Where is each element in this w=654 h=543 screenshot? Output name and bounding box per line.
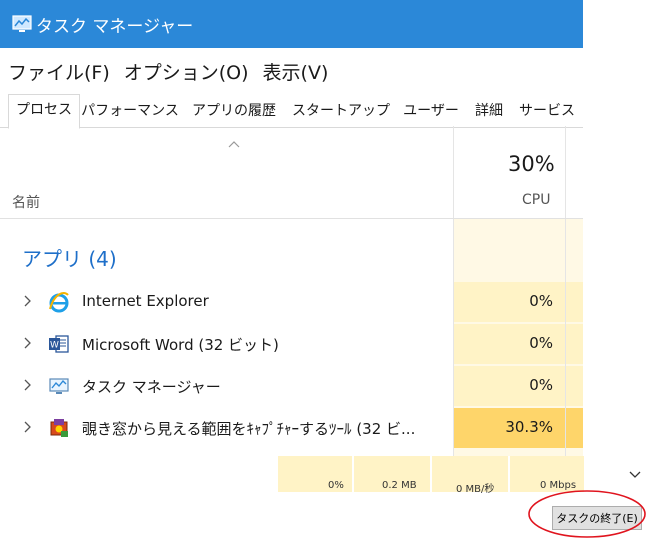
expand-chevron-icon[interactable] (22, 294, 32, 308)
annotation-circle (528, 490, 646, 538)
menu-options[interactable]: オプション(O) (124, 58, 249, 85)
bg-value: 0% (328, 480, 344, 491)
sort-caret-icon[interactable] (228, 140, 240, 148)
process-cpu: 30.3% (505, 418, 553, 436)
process-name: タスク マネージャー (82, 378, 221, 396)
process-name: Microsoft Word (32 ビット) (82, 336, 279, 354)
process-name: Internet Explorer (82, 292, 209, 310)
menu-bar: ファイル(F) オプション(O) 表示(V) (8, 58, 342, 85)
tab-performance[interactable]: パフォーマンス (80, 96, 180, 126)
expand-chevron-icon[interactable] (22, 336, 32, 350)
process-cpu: 0% (529, 292, 553, 310)
process-cpu: 0% (529, 376, 553, 394)
expand-chevron-icon[interactable] (22, 420, 32, 434)
task-manager-icon (49, 378, 69, 394)
bg-value: 0.2 MB (382, 480, 417, 491)
word-icon: W (49, 335, 69, 353)
tab-processes[interactable]: プロセス (8, 94, 80, 129)
svg-text:W: W (50, 341, 59, 351)
task-manager-icon (12, 15, 32, 32)
tab-bar: プロセス パフォーマンス アプリの履歴 スタートアップ ユーザー 詳細 サービス (0, 92, 583, 129)
tab-startup[interactable]: スタートアップ (288, 96, 394, 126)
tab-app-history[interactable]: アプリの履歴 (182, 96, 286, 126)
menu-view[interactable]: 表示(V) (263, 58, 329, 85)
tab-divider (0, 127, 583, 128)
process-row[interactable]: 覗き窓から見える範囲をｷｬﾌﾟﾁｬｰするﾂｰﾙ (32 ビ... 30.3% (0, 408, 583, 448)
tab-users[interactable]: ユーザー (396, 96, 466, 126)
bg-value: 0 MB/秒 (456, 484, 495, 495)
group-apps[interactable]: アプリ (4) (22, 243, 117, 272)
capture-tool-icon (50, 419, 68, 437)
internet-explorer-icon (49, 291, 69, 313)
cpu-total: 30% (508, 152, 555, 176)
tab-details[interactable]: 詳細 (468, 96, 510, 126)
chevron-down-icon[interactable] (628, 470, 642, 480)
process-name: 覗き窓から見える範囲をｷｬﾌﾟﾁｬｰするﾂｰﾙ (32 ビ... (82, 420, 416, 438)
column-header-name[interactable]: 名前 (12, 192, 40, 212)
menu-file[interactable]: ファイル(F) (8, 58, 110, 85)
process-row[interactable]: タスク マネージャー 0% (0, 366, 583, 406)
tab-services[interactable]: サービス (512, 96, 582, 126)
expand-chevron-icon[interactable] (22, 378, 32, 392)
process-cpu: 0% (529, 334, 553, 352)
column-header-cpu[interactable]: CPU (522, 192, 550, 208)
title-bar: タスク マネージャー (0, 0, 583, 48)
process-row[interactable]: W Microsoft Word (32 ビット) 0% (0, 324, 583, 364)
process-row[interactable]: Internet Explorer 0% (0, 282, 583, 322)
window-title: タスク マネージャー (36, 17, 194, 37)
